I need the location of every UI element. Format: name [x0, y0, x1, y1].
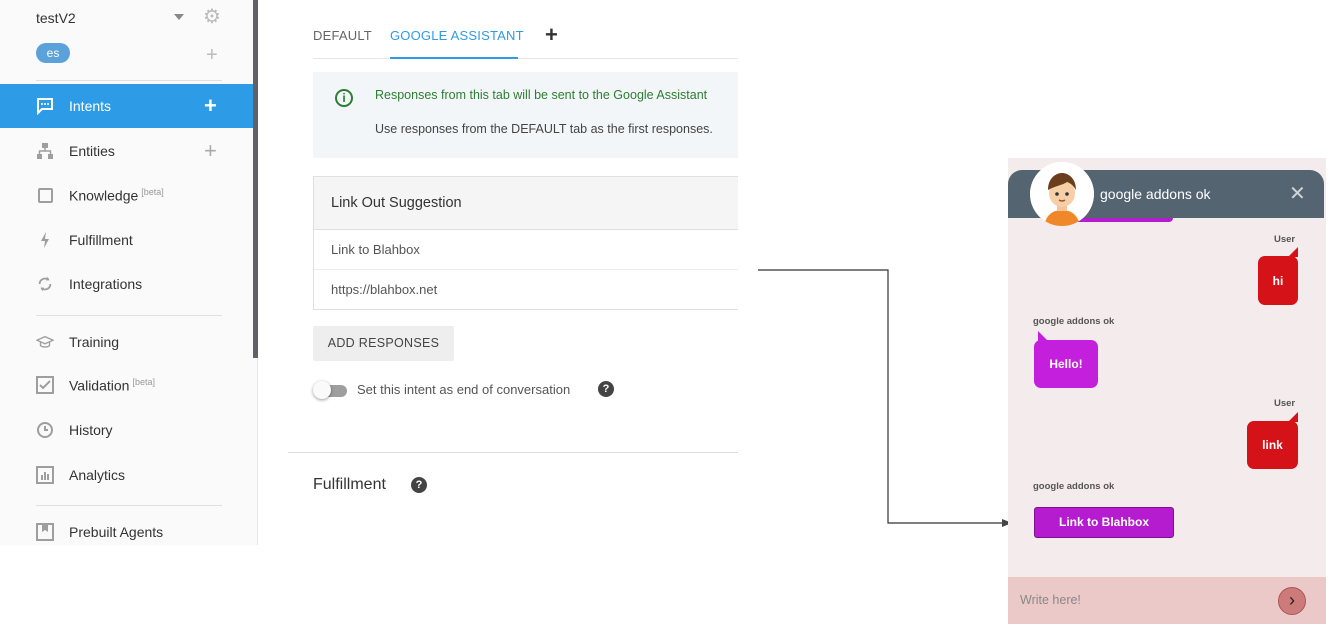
chat-widget: google addons ok ✕ User hi google addons… — [1008, 158, 1326, 624]
send-arrow-icon[interactable]: › — [1278, 587, 1306, 615]
user-message-bubble: link — [1247, 421, 1298, 469]
message-sender: google addons ok — [1033, 481, 1115, 492]
link-out-button[interactable]: Link to Blahbox — [1034, 507, 1174, 538]
message-sender: google addons ok — [1033, 316, 1115, 327]
chat-title: google addons ok — [1100, 186, 1211, 202]
bot-message-bubble: Hello! — [1034, 340, 1098, 388]
message-sender: User — [1274, 398, 1296, 409]
bot-avatar — [1030, 162, 1094, 226]
user-message-bubble: hi — [1258, 256, 1298, 305]
close-icon[interactable]: ✕ — [1289, 182, 1306, 206]
chat-input-placeholder: Write here! — [1020, 593, 1081, 607]
message-sender: User — [1274, 234, 1296, 245]
